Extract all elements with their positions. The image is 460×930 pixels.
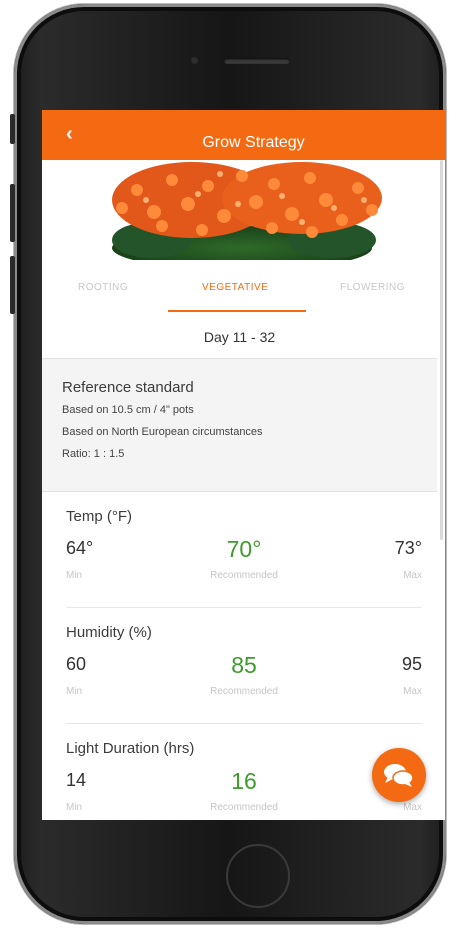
metric-recommended-value: 85 [231,652,257,678]
metric-temperature: Temp (°F) 64° 70° 73° Min Recommended Ma… [66,492,422,607]
metric-recommended-caption: Recommended [210,570,278,581]
chat-button[interactable] [372,748,426,802]
active-tab-indicator [168,310,306,312]
metric-max-value: 73° [394,538,422,558]
speaker-grille [224,58,290,64]
stage-tabs: ROOTING VEGETATIVE FLOWERING [42,260,445,316]
metric-label: Light Duration (hrs) [66,740,195,757]
day-range: Day 11 - 32 [42,316,437,359]
metric-light-duration: Light Duration (hrs) 14 16 Min Recommend… [66,724,422,820]
metric-max-caption: Max [403,686,422,697]
reference-standard-section: Reference standard Based on 10.5 cm / 4"… [42,359,437,492]
flower-illustration [112,162,382,260]
tab-flowering[interactable]: FLOWERING [340,282,405,293]
plant-image [42,160,445,260]
mute-switch [10,114,15,144]
metric-max-caption: Max [403,802,422,813]
reference-title: Reference standard [62,379,194,396]
strategy-content: Day 11 - 32 Reference standard Based on … [42,316,437,820]
metric-max-value: 95 [401,654,422,674]
reference-pot-size: Based on 10.5 cm / 4" pots [62,404,194,416]
app-header: ‹ Grow Strategy [42,110,445,160]
metric-max-caption: Max [403,570,422,581]
app-screen: ‹ Grow Strategy ROOTING VEGETATIVE FLOWE… [42,110,445,820]
metric-recommended-value: 70° [226,536,262,562]
front-camera [190,56,199,65]
metric-recommended-caption: Recommended [210,686,278,697]
metric-label: Temp (°F) [66,508,132,525]
chat-bubble-icon [384,764,414,787]
reference-circumstances: Based on North European circumstances [62,426,263,438]
volume-down-button [10,256,15,314]
volume-up-button [10,184,15,242]
metric-recommended-caption: Recommended [210,802,278,813]
scrollbar[interactable] [440,160,443,540]
tab-vegetative[interactable]: VEGETATIVE [202,282,268,293]
home-button[interactable] [226,844,290,908]
tab-rooting[interactable]: ROOTING [78,282,128,293]
metric-recommended-value: 16 [231,768,257,794]
metric-humidity: Humidity (%) 60 85 95 Min Recommended Ma… [66,608,422,723]
metric-label: Humidity (%) [66,624,152,641]
page-title: Grow Strategy [202,134,305,151]
reference-ratio: Ratio: 1 : 1.5 [62,448,125,460]
